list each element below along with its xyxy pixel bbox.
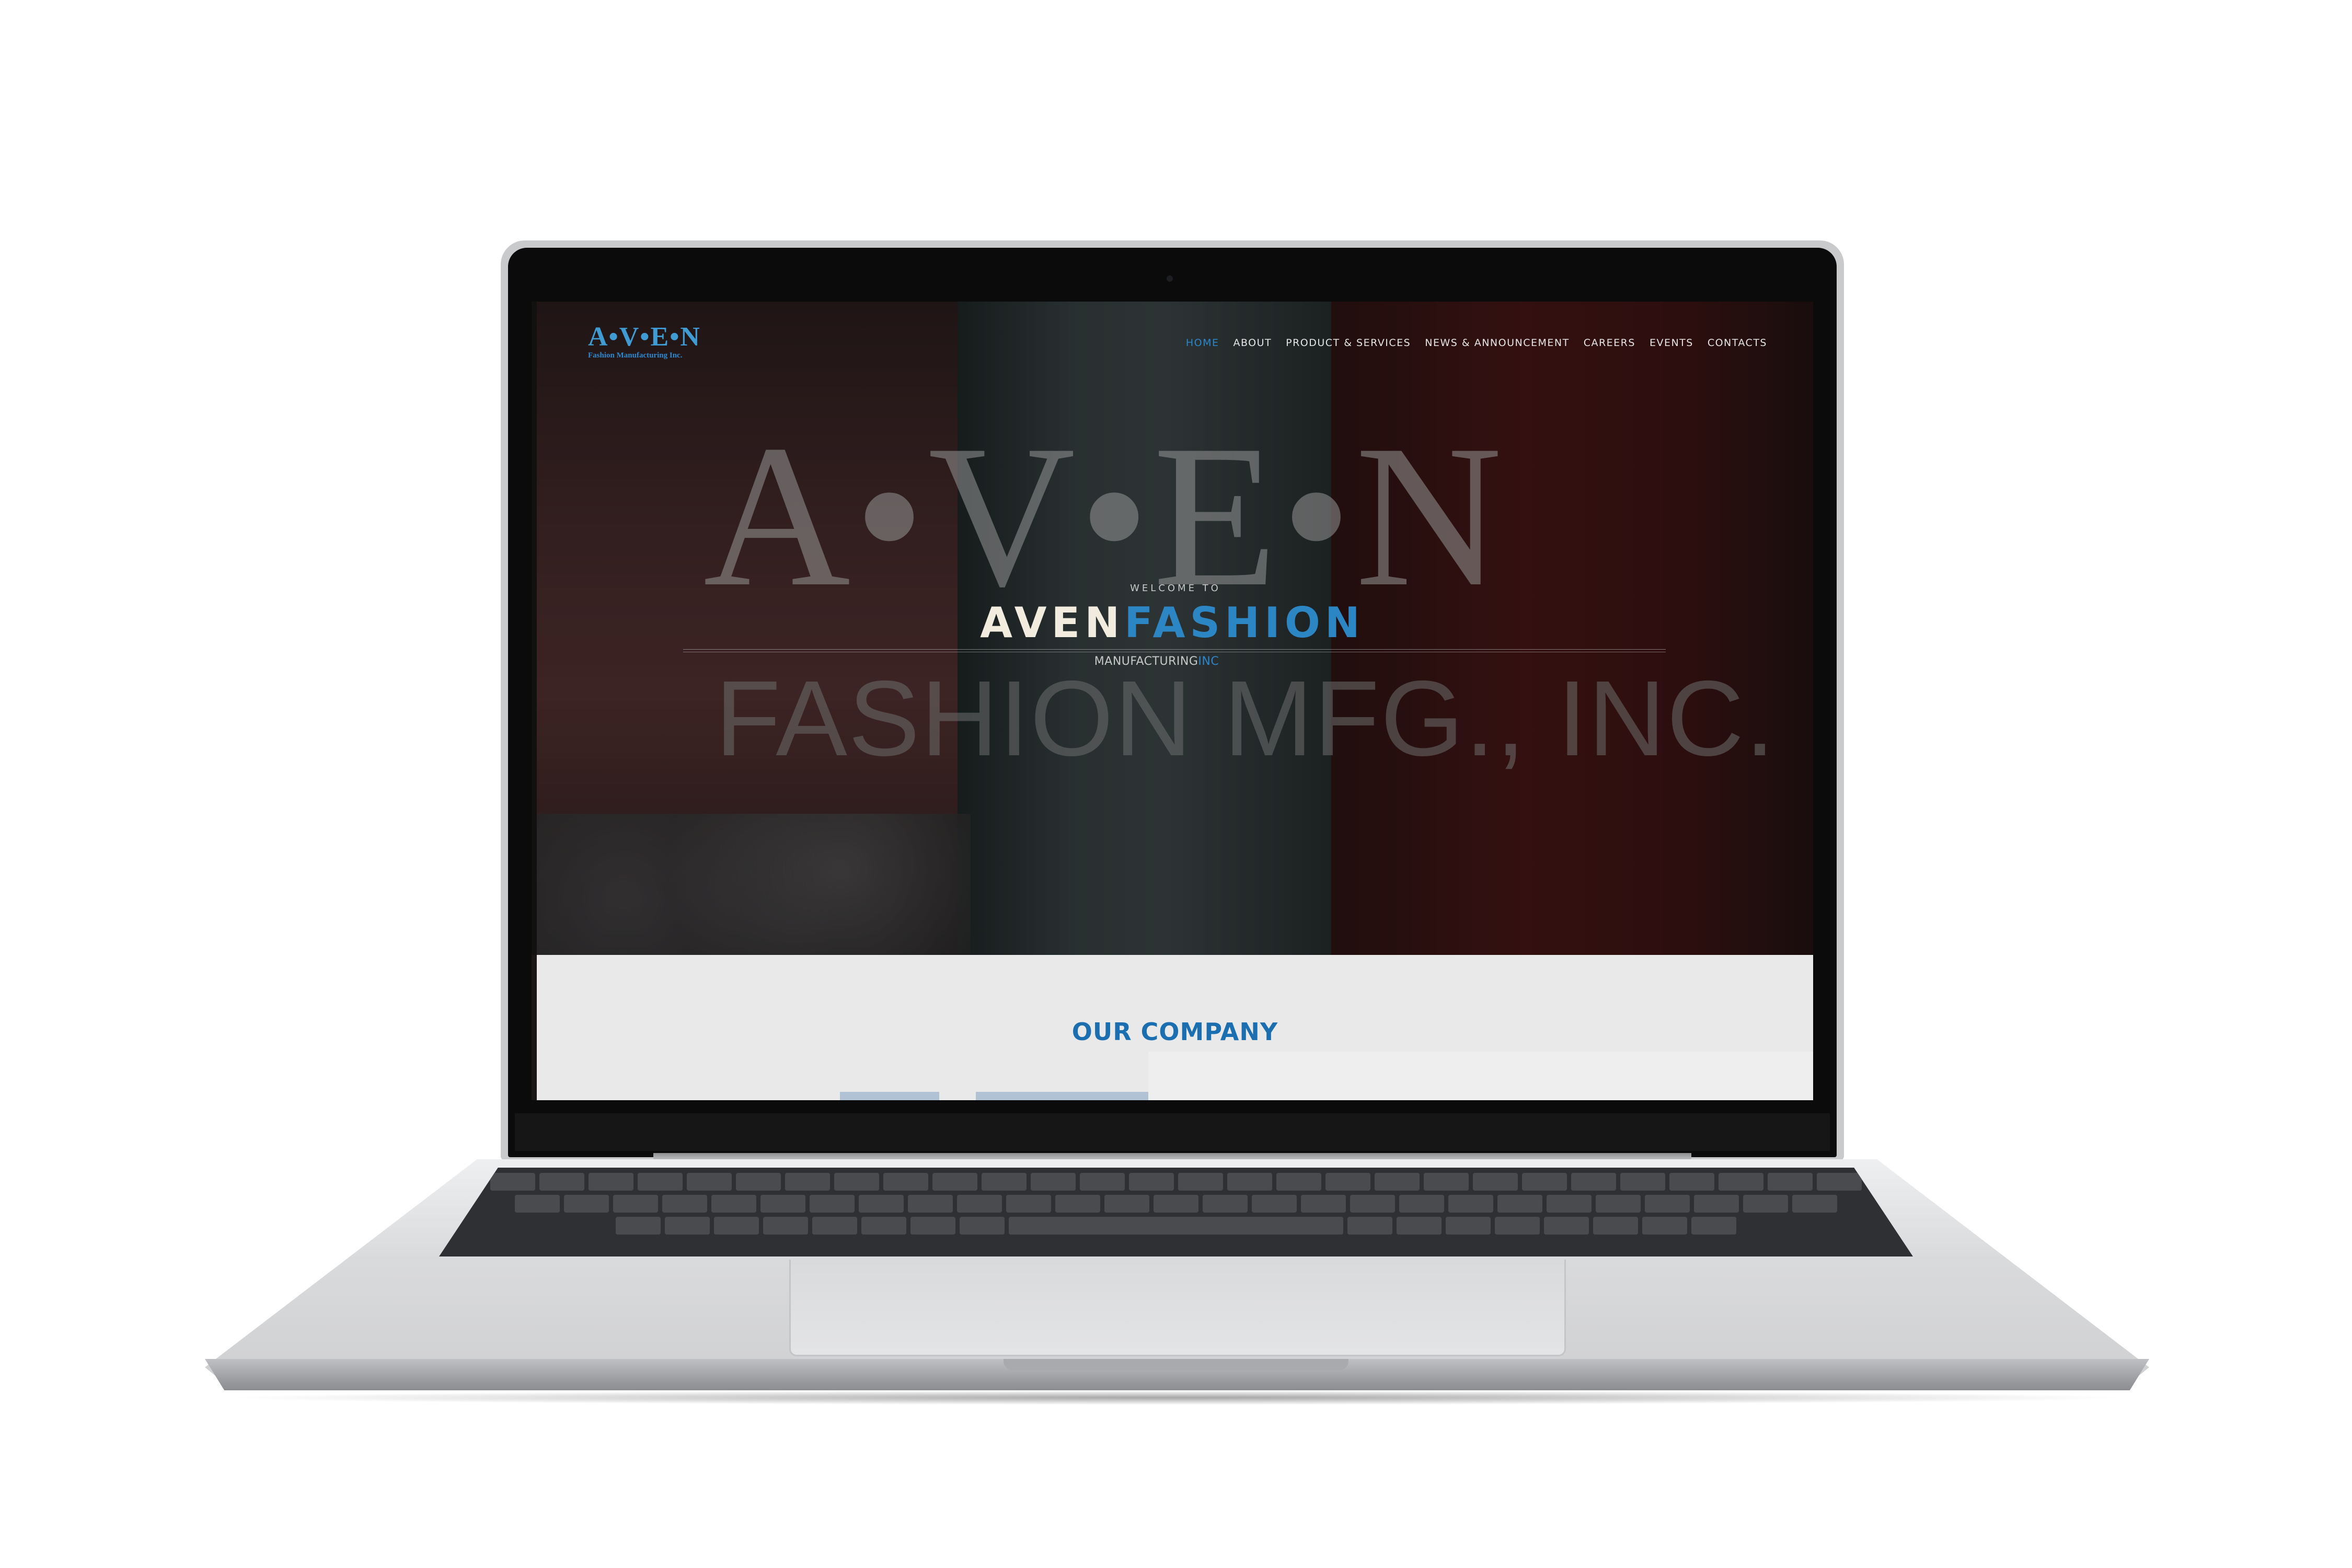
- headline-fashion: FASHION: [1124, 598, 1365, 647]
- nav-home[interactable]: HOME: [1186, 337, 1219, 349]
- company-title: OUR COMPANY: [1071, 1018, 1278, 1046]
- camera-icon: [1167, 275, 1173, 282]
- tagline-suffix: INC: [1198, 655, 1219, 668]
- nav-news-announcement[interactable]: NEWS & ANNOUNCEMENT: [1425, 337, 1569, 349]
- headline-aven: AVEN: [980, 598, 1125, 647]
- keyboard-row: [439, 1173, 1913, 1191]
- nav-contacts[interactable]: CONTACTS: [1708, 337, 1767, 349]
- tagline-main: MANUFACTURING: [1094, 655, 1198, 668]
- trackpad: [789, 1260, 1566, 1356]
- screen-chin: [515, 1113, 1830, 1151]
- site-logo[interactable]: A•V•E•N Fashion Manufacturing Inc.: [588, 321, 724, 360]
- nav-about[interactable]: ABOUT: [1233, 337, 1272, 349]
- nav-events[interactable]: EVENTS: [1650, 337, 1693, 349]
- hero-welcome: WELCOME TO: [1130, 583, 1221, 594]
- company-preview-elements: [809, 1092, 1174, 1100]
- hero-headline: AVENFASHION: [532, 598, 1813, 647]
- lid-notch: [1004, 1359, 1348, 1370]
- main-nav: HOME ABOUT PRODUCT & SERVICES NEWS & ANN…: [1186, 337, 1767, 349]
- hero-section: A•V•E•N FASHION MFG., INC. A•V•E•N Fashi…: [532, 302, 1813, 955]
- hero-watermark-text: FASHION MFG., INC.: [715, 659, 1776, 778]
- nav-careers[interactable]: CAREERS: [1584, 337, 1635, 349]
- logo-mark: A•V•E•N: [588, 322, 701, 352]
- browser-viewport[interactable]: A•V•E•N FASHION MFG., INC. A•V•E•N Fashi…: [532, 302, 1813, 1100]
- nav-product-services[interactable]: PRODUCT & SERVICES: [1286, 337, 1411, 349]
- logo-subtitle: Fashion Manufacturing Inc.: [588, 351, 683, 360]
- screen-glare: [1148, 1052, 1813, 1100]
- laptop-shadow: [220, 1390, 2132, 1405]
- keyboard: [439, 1168, 1913, 1256]
- keyboard-row: [439, 1195, 1913, 1213]
- hero-divider: [683, 649, 1666, 652]
- keyboard-row: [439, 1217, 1913, 1235]
- hero-tagline: MANUFACTURINGINC: [532, 655, 1797, 668]
